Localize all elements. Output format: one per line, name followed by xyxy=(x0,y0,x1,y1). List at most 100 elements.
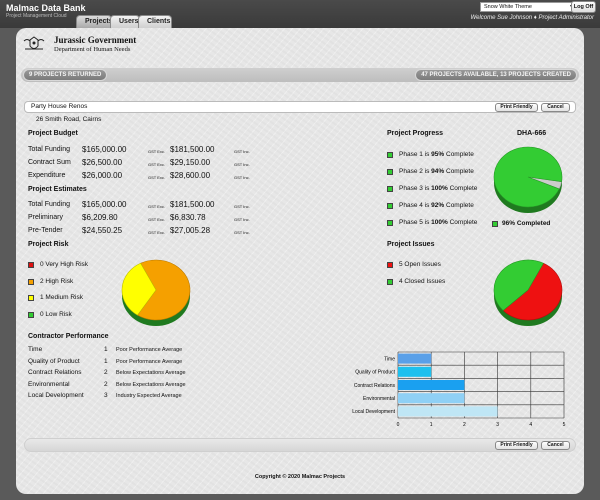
gst-inc-tag: GST Inc. xyxy=(234,217,250,222)
print-friendly-button[interactable]: Print Friendly xyxy=(495,103,538,112)
copyright: Copyright © 2020 Malmac Projects xyxy=(254,474,346,480)
performance-bar-chart: Time Quality of Product Contract Relations… xyxy=(352,351,566,428)
bar xyxy=(398,406,498,417)
phase-status-text: Phase 1 is 95% Complete xyxy=(399,151,474,158)
phase-prefix: Phase 4 is xyxy=(399,202,432,209)
row-label: Preliminary xyxy=(28,214,64,221)
theme-select[interactable]: Snow White Theme ▾ xyxy=(480,2,576,12)
y-tick-label: Environmental xyxy=(363,396,395,402)
issues-heading: Project Issues xyxy=(387,241,435,248)
row-label: Total Funding xyxy=(28,201,71,208)
bottom-toolbar: Print Friendly Cancel xyxy=(24,438,576,452)
bar xyxy=(398,379,465,391)
performance-category: Time xyxy=(28,346,43,353)
performance-description: Below Expectations Average xyxy=(116,381,186,388)
risk-legend-swatch xyxy=(28,295,34,301)
log-off-button[interactable]: Log Off xyxy=(571,1,596,13)
amount-ex-gst: $6,209.80 xyxy=(82,213,118,222)
issues-legend-label: 5 Open Issues xyxy=(399,261,441,268)
phase-suffix: Complete xyxy=(444,202,474,209)
bar xyxy=(398,393,465,404)
performance-score: 2 xyxy=(104,369,108,376)
issues-legend-label: 4 Closed Issues xyxy=(399,277,446,285)
print-friendly-button-bottom[interactable]: Print Friendly xyxy=(495,441,538,450)
completed-legend-swatch xyxy=(492,221,498,227)
progress-heading: Project Progress xyxy=(387,130,444,137)
phase-percent: 92% xyxy=(431,202,445,209)
risk-legend-label: 1 Medium Risk xyxy=(40,294,83,301)
gst-exc-tag: GST Exc. xyxy=(148,162,166,167)
phase-prefix: Phase 3 is xyxy=(399,185,432,192)
risk-legend-label: 2 High Risk xyxy=(40,277,74,285)
projects-returned-badge: 9 PROJECTS RETURNED xyxy=(23,69,108,81)
row-label: Total Funding xyxy=(28,146,71,153)
x-tick-label: 0 xyxy=(397,422,400,428)
org-dept: Department of Human Needs xyxy=(54,46,131,53)
phase-percent: 100% xyxy=(431,219,448,226)
project-address: 26 Smith Road, Cairns xyxy=(36,116,102,123)
tab-projects[interactable]: Projects xyxy=(76,15,113,28)
app-logo-subtitle: Project Management Cloud xyxy=(6,13,67,19)
phase-status-text: Phase 3 is 100% Complete xyxy=(399,185,477,192)
performance-description: Poor Performance Average xyxy=(116,358,183,365)
issues-legend-swatch xyxy=(387,278,393,285)
risk-legend-swatch xyxy=(28,278,34,285)
tab-users[interactable]: Users xyxy=(110,15,140,28)
cancel-button[interactable]: Cancel xyxy=(541,103,570,112)
risk-heading: Project Risk xyxy=(28,241,69,248)
phase-status-swatch xyxy=(387,186,393,192)
gst-exc-tag: GST Exc. xyxy=(148,217,166,222)
x-tick-label: 2 xyxy=(463,422,466,428)
phase-suffix: Complete xyxy=(444,151,474,158)
gst-inc-tag: GST Inc. xyxy=(234,230,250,235)
amount-ex-gst: $24,550.25 xyxy=(82,226,123,235)
x-tick-label: 1 xyxy=(430,422,433,428)
risk-legend-swatch xyxy=(28,311,34,318)
phase-status-swatch xyxy=(387,203,393,209)
phase-suffix: Complete xyxy=(447,185,478,192)
phase-suffix: Complete xyxy=(447,219,478,226)
amount-inc-gst: $29,150.00 xyxy=(170,158,211,167)
completed-total: 96% Completed xyxy=(502,220,551,227)
gst-exc-tag: GST Exc. xyxy=(148,204,166,209)
summary-bar: 9 PROJECTS RETURNED 47 PROJECTS AVAILABL… xyxy=(21,68,579,82)
phase-suffix: Complete xyxy=(444,168,474,175)
budget-heading: Project Budget xyxy=(28,130,78,137)
performance-score: 1 xyxy=(104,346,108,353)
progress-pie-slice-1 xyxy=(493,146,563,208)
phase-status-swatch xyxy=(387,220,393,226)
risk-legend-label: 0 Very High Risk xyxy=(40,261,89,268)
phase-status-text: Phase 4 is 92% Complete xyxy=(399,202,474,209)
amount-ex-gst: $26,500.00 xyxy=(82,158,123,167)
performance-description: Below Expectations Average xyxy=(116,370,186,376)
projects-available-badge: 47 PROJECTS AVAILABLE, 13 PROJECTS CREAT… xyxy=(415,69,577,81)
y-tick-label: Quality of Product xyxy=(355,370,395,376)
phase-percent: 100% xyxy=(431,185,448,192)
performance-description: Poor Performance Average xyxy=(116,347,183,353)
phase-percent: 94% xyxy=(431,168,445,175)
y-tick-label: Contract Relations xyxy=(354,383,396,389)
y-tick-label: Time xyxy=(384,356,395,362)
performance-category: Contract Relations xyxy=(28,369,82,376)
coat-of-arms-icon xyxy=(23,36,45,50)
gst-exc-tag: GST Exc. xyxy=(148,175,166,180)
risk-pie-chart xyxy=(121,259,191,326)
performance-category: Quality of Product xyxy=(28,357,80,365)
gst-inc-tag: GST Inc. xyxy=(234,162,250,167)
amount-inc-gst: $27,005.28 xyxy=(170,226,211,235)
phase-prefix: Phase 2 is xyxy=(399,168,432,175)
bar xyxy=(398,353,432,364)
app-logo[interactable]: Malmac Data Bank xyxy=(6,3,86,13)
theme-select-value: Snow White Theme xyxy=(484,4,532,10)
project-code: DHA-666 xyxy=(517,130,547,137)
row-label: Expenditure xyxy=(28,172,66,179)
y-tick-label: Local Development xyxy=(352,409,395,415)
amount-inc-gst: $181,500.00 xyxy=(170,200,215,209)
amount-inc-gst: $181,500.00 xyxy=(170,145,215,154)
main-panel: Jurassic Government Department of Human … xyxy=(16,28,584,494)
tab-clients[interactable]: Clients xyxy=(138,15,172,28)
x-tick-label: 3 xyxy=(496,422,499,428)
amount-ex-gst: $26,000.00 xyxy=(82,171,123,180)
gst-inc-tag: GST Inc. xyxy=(234,175,250,180)
cancel-button-bottom[interactable]: Cancel xyxy=(541,441,570,450)
